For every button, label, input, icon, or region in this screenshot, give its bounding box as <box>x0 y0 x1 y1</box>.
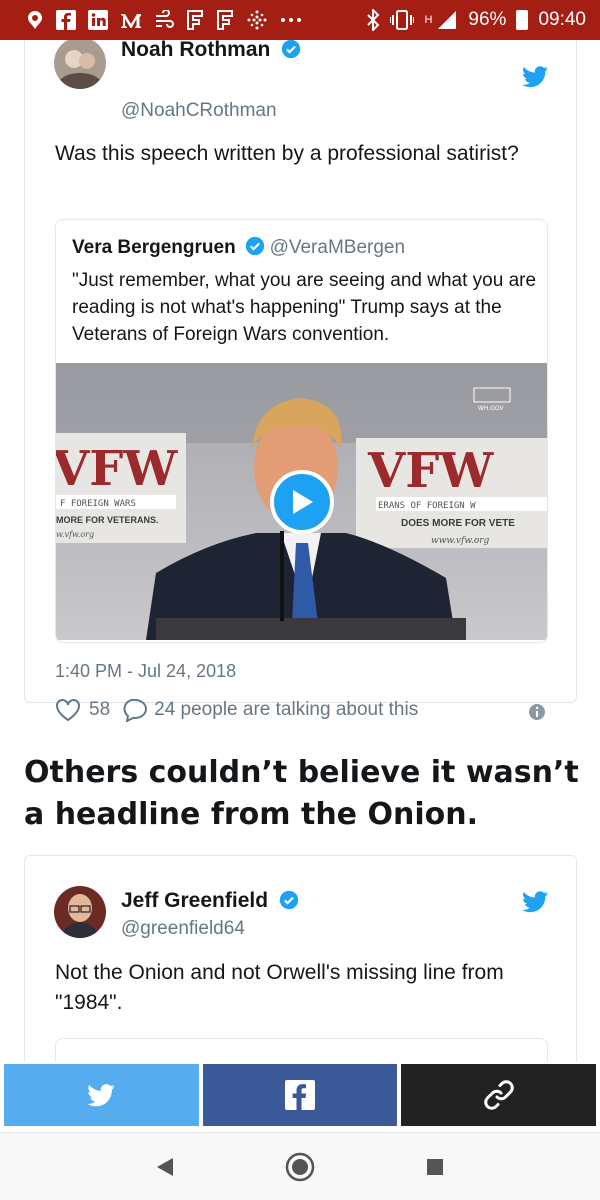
author-handle[interactable]: @greenfield64 <box>121 918 245 940</box>
like-count[interactable]: 58 <box>89 699 110 721</box>
linkedin-icon <box>88 10 108 30</box>
verified-badge-icon <box>282 40 301 59</box>
like-heart-icon[interactable] <box>55 698 81 722</box>
tweet-text: Was this speech written by a professiona… <box>55 142 519 165</box>
article-content[interactable]: Noah Rothman @NoahCRothman Was this spee… <box>0 40 600 1062</box>
embedded-tweet[interactable]: Noah Rothman @NoahCRothman Was this spee… <box>24 40 577 722</box>
network-type: H <box>424 14 433 26</box>
sign-right-more: DOES MORE FOR VETE <box>401 518 515 529</box>
quoted-tweet[interactable]: Vera Bergengruen @VeraMBergen "Just reme… <box>55 219 548 643</box>
sign-left-url: w.vfw.org <box>56 530 94 539</box>
sign-right-big: VFW <box>367 443 494 499</box>
status-notification-icons <box>26 9 302 31</box>
status-bar: H 96% 09:40 <box>0 0 600 40</box>
author-name[interactable]: Jeff Greenfield <box>121 889 299 913</box>
android-nav-bar <box>0 1132 600 1200</box>
flipboard-icon <box>187 10 203 30</box>
info-icon[interactable] <box>528 703 546 721</box>
video-player[interactable]: VFW F FOREIGN WARS MORE FOR VETERANS. w.… <box>56 363 547 640</box>
twitter-bird-icon[interactable] <box>522 891 548 913</box>
clock: 09:40 <box>538 9 586 30</box>
tweet-text: Not the Onion and not Orwell's missing l… <box>55 961 504 1014</box>
sign-left-more: MORE FOR VETERANS. <box>56 515 159 525</box>
sign-left-small: F FOREIGN WARS <box>60 499 136 509</box>
tweet-actions: 58 24 people are talking about this <box>55 698 418 722</box>
verified-badge-icon <box>245 236 265 256</box>
avatar[interactable] <box>54 40 106 89</box>
reply-bubble-icon[interactable] <box>122 698 148 722</box>
share-bar <box>0 1062 600 1130</box>
quoted-author-name[interactable]: Vera Bergengruen <box>72 237 236 258</box>
quoted-author[interactable]: Vera Bergengruen @VeraMBergen <box>72 236 405 259</box>
play-icon <box>293 490 313 514</box>
bluetooth-icon <box>367 9 380 31</box>
verified-badge-icon <box>279 890 299 910</box>
share-facebook-button[interactable] <box>202 1064 398 1126</box>
talking-count[interactable]: 24 people are talking about this <box>154 699 418 721</box>
signal-icon <box>438 11 457 29</box>
flipboard-icon <box>217 10 233 30</box>
play-button[interactable] <box>270 470 334 534</box>
twitter-bird-icon <box>87 1083 116 1106</box>
twitter-bird-icon[interactable] <box>522 66 548 88</box>
facebook-icon <box>56 10 76 30</box>
sign-left-big: VFW <box>56 441 178 497</box>
battery-percent: 96% <box>468 9 507 30</box>
embedded-tweet[interactable]: Jeff Greenfield @greenfield64 Not the On… <box>24 855 577 1062</box>
sign-right-url: www.vfw.org <box>431 536 490 546</box>
grid-dots-icon <box>247 10 267 30</box>
home-icon[interactable] <box>285 1152 315 1182</box>
tweet-timestamp[interactable]: 1:40 PM - Jul 24, 2018 <box>55 661 236 682</box>
quoted-tweet[interactable] <box>55 1038 548 1062</box>
link-icon <box>483 1080 514 1110</box>
quoted-tweet-text: "Just remember, what you are seeing and … <box>72 270 537 345</box>
author-name[interactable]: Noah Rothman <box>121 40 301 62</box>
facebook-icon <box>285 1080 315 1110</box>
recents-icon[interactable] <box>425 1157 445 1177</box>
wh-gov-label: WH.GOV <box>478 405 505 412</box>
vibrate-icon <box>390 10 415 30</box>
author-handle[interactable]: @NoahCRothman <box>121 100 277 122</box>
avatar[interactable] <box>54 886 106 938</box>
medium-icon <box>121 14 141 28</box>
copy-link-button[interactable] <box>401 1064 597 1126</box>
status-system-icons: H 96% 09:40 <box>366 9 586 31</box>
notification-icon <box>28 11 42 29</box>
wind-icon <box>156 10 174 28</box>
sign-right-small: ERANS OF FOREIGN W <box>378 501 476 511</box>
more-icon <box>281 18 301 22</box>
quoted-author-handle[interactable]: @VeraMBergen <box>270 237 405 258</box>
battery-icon <box>516 10 529 30</box>
share-twitter-button[interactable] <box>4 1064 199 1126</box>
article-subheading: Others couldn’t believe it wasn’t a head… <box>24 755 579 832</box>
back-icon[interactable] <box>155 1156 175 1178</box>
